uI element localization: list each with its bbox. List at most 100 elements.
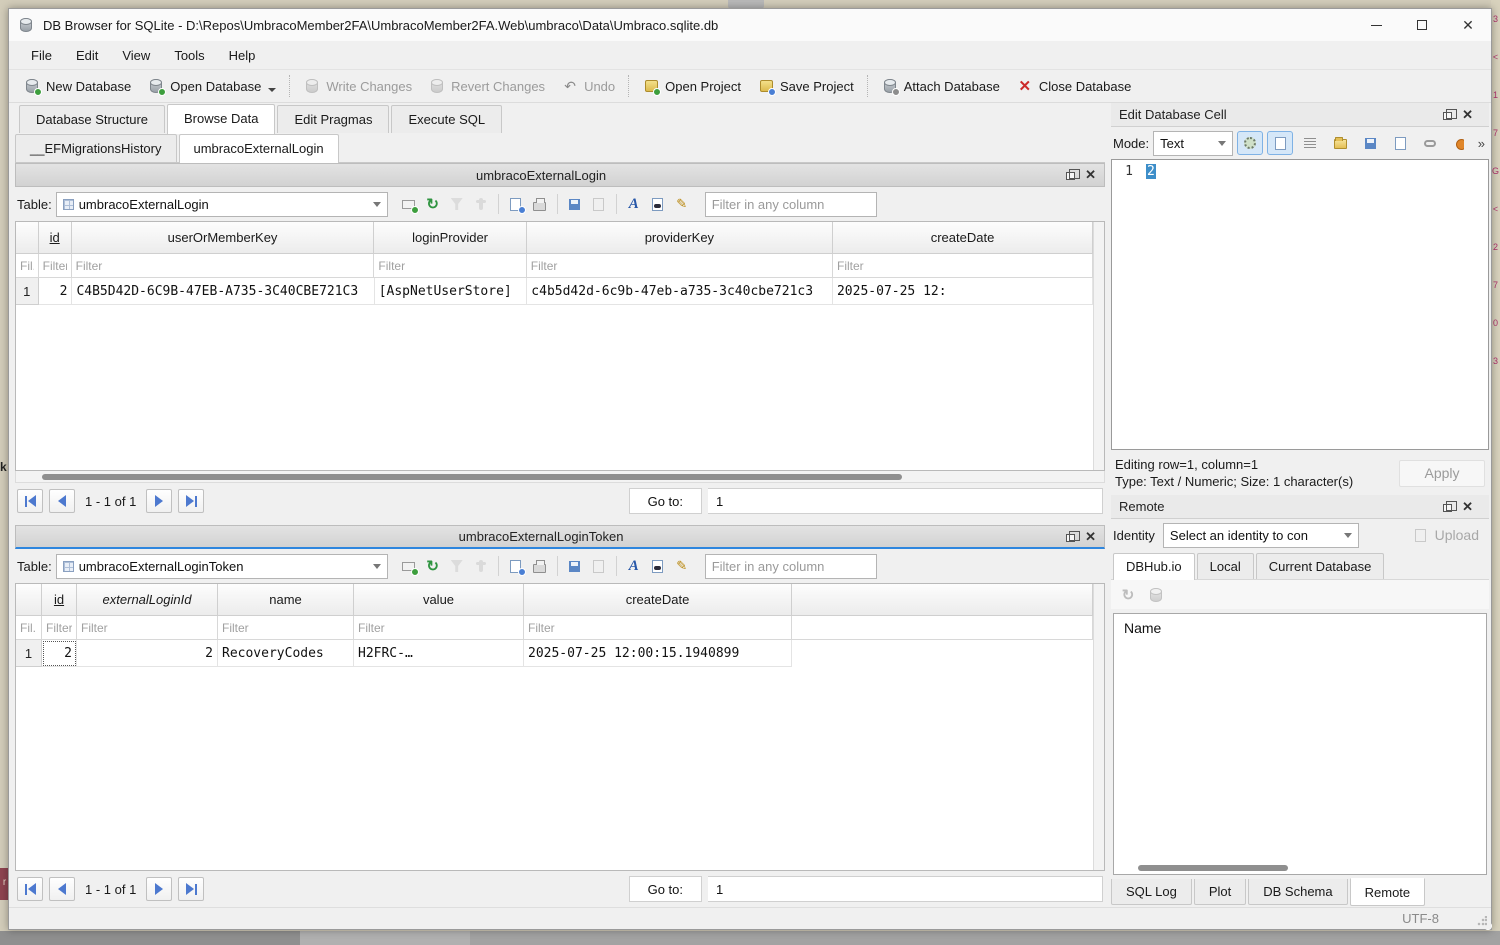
filter-cell[interactable] xyxy=(218,616,353,639)
remote-database-list[interactable]: Name xyxy=(1113,613,1487,875)
new-database-button[interactable]: New Database xyxy=(15,73,139,99)
menu-view[interactable]: View xyxy=(110,44,162,67)
cell-createdate[interactable]: 2025-07-25 12: xyxy=(833,278,1093,305)
refresh-icon[interactable]: ↻ xyxy=(424,195,442,213)
horizontal-scrollbar[interactable] xyxy=(1116,864,1484,872)
remote-title-bar[interactable]: Remote ✕ xyxy=(1111,495,1489,519)
close-panel-icon[interactable]: ✕ xyxy=(1085,529,1096,545)
col-header-createdate[interactable]: createDate xyxy=(524,584,792,616)
filter-cell[interactable] xyxy=(16,254,38,277)
maximize-button[interactable] xyxy=(1399,9,1445,41)
tab-efmigrationshistory[interactable]: __EFMigrationsHistory xyxy=(15,134,177,162)
export-icon[interactable] xyxy=(590,195,608,213)
open-project-button[interactable]: Open Project xyxy=(634,73,749,99)
cell-externalloginid[interactable]: 2 xyxy=(77,640,218,667)
previous-page-button[interactable] xyxy=(49,489,75,513)
copy-link-icon[interactable] xyxy=(1417,131,1443,155)
tab-browse-data[interactable]: Browse Data xyxy=(167,104,275,134)
cell-createdate[interactable]: 2025-07-25 12:00:15.1940899 xyxy=(524,640,792,667)
tab-edit-pragmas[interactable]: Edit Pragmas xyxy=(277,105,389,133)
font-icon[interactable]: A xyxy=(625,195,643,213)
first-page-button[interactable] xyxy=(17,489,43,513)
tab-remote[interactable]: Remote xyxy=(1350,878,1426,906)
col-header-id[interactable]: id xyxy=(39,222,72,254)
filter-options-icon[interactable] xyxy=(472,557,490,575)
identity-select[interactable]: Select an identity to con xyxy=(1163,523,1359,548)
tab-plot[interactable]: Plot xyxy=(1194,879,1246,905)
float-panel-icon[interactable] xyxy=(1066,534,1075,542)
close-panel-icon[interactable]: ✕ xyxy=(1085,167,1096,183)
goto-button[interactable]: Go to: xyxy=(629,876,702,902)
word-wrap-icon[interactable] xyxy=(1297,131,1323,155)
export-data-icon[interactable] xyxy=(1357,131,1383,155)
open-database-button[interactable]: Open Database xyxy=(139,73,284,99)
previous-page-button[interactable] xyxy=(49,877,75,901)
edit-cell-icon[interactable]: ✎ xyxy=(673,195,691,213)
new-record-icon[interactable] xyxy=(400,195,418,213)
menu-tools[interactable]: Tools xyxy=(162,44,216,67)
print-icon[interactable] xyxy=(531,195,549,213)
export-icon[interactable] xyxy=(590,557,608,575)
tab-dbhub[interactable]: DBHub.io xyxy=(1113,553,1195,580)
close-panel-icon[interactable]: ✕ xyxy=(1462,499,1473,515)
apply-button[interactable]: Apply xyxy=(1399,460,1485,487)
import-data-icon[interactable] xyxy=(1327,131,1353,155)
cell-id[interactable]: 2 xyxy=(39,278,73,305)
col-header-externalloginid[interactable]: externalLoginId xyxy=(77,584,218,616)
refresh-remote-icon[interactable]: ↻ xyxy=(1119,586,1137,604)
goto-input[interactable] xyxy=(708,488,1103,514)
cell-value[interactable]: H2FRC-… xyxy=(354,640,524,667)
filter-cell[interactable] xyxy=(527,254,832,277)
col-header-id[interactable]: id xyxy=(42,584,77,616)
float-panel-icon[interactable] xyxy=(1443,504,1452,512)
close-panel-icon[interactable]: ✕ xyxy=(1462,107,1473,123)
open-database-dropdown-icon[interactable] xyxy=(268,88,276,92)
filter-options-icon[interactable] xyxy=(472,195,490,213)
menu-help[interactable]: Help xyxy=(217,44,268,67)
filter-cell[interactable] xyxy=(374,254,525,277)
col-header-createdate[interactable]: createDate xyxy=(833,222,1093,254)
resize-grip-icon[interactable] xyxy=(1477,916,1487,926)
open-in-app-icon[interactable] xyxy=(1387,131,1413,155)
next-page-button[interactable] xyxy=(146,489,172,513)
tab-sql-log[interactable]: SQL Log xyxy=(1111,879,1192,905)
col-header-value[interactable]: value xyxy=(354,584,524,616)
filter-cell[interactable] xyxy=(72,254,374,277)
upload-button[interactable]: Upload xyxy=(1404,523,1487,547)
col-header-loginprovider[interactable]: loginProvider xyxy=(374,222,526,254)
menu-file[interactable]: File xyxy=(19,44,64,67)
col-header-providerkey[interactable]: providerKey xyxy=(527,222,833,254)
float-panel-icon[interactable] xyxy=(1066,172,1075,180)
tab-execute-sql[interactable]: Execute SQL xyxy=(391,105,502,133)
save-project-button[interactable]: Save Project xyxy=(749,73,862,99)
cell-editor[interactable]: 1 2 xyxy=(1111,159,1489,450)
panel2-filter-input[interactable] xyxy=(705,554,877,579)
close-database-button[interactable]: ✕ Close Database xyxy=(1008,73,1140,99)
col-header-name[interactable]: name xyxy=(218,584,354,616)
auto-apply-icon[interactable] xyxy=(1237,131,1263,155)
goto-input[interactable] xyxy=(708,876,1103,902)
tab-database-structure[interactable]: Database Structure xyxy=(19,105,165,133)
cell-id-selected[interactable]: 2 xyxy=(42,640,77,667)
cell-content-selected[interactable]: 2 xyxy=(1146,164,1156,179)
panel1-table-select[interactable]: umbracoExternalLogin xyxy=(56,192,388,217)
undo-button[interactable]: ↶ Undo xyxy=(553,73,623,99)
new-record-icon[interactable] xyxy=(400,557,418,575)
edit-cell-title-bar[interactable]: Edit Database Cell ✕ xyxy=(1111,103,1489,127)
filter-cell[interactable] xyxy=(354,616,523,639)
cell-loginprovider[interactable]: [AspNetUserStore] xyxy=(375,278,528,305)
float-panel-icon[interactable] xyxy=(1443,112,1452,120)
tab-db-schema[interactable]: DB Schema xyxy=(1248,879,1347,905)
find-in-cells-icon[interactable] xyxy=(649,557,667,575)
revert-changes-button[interactable]: Revert Changes xyxy=(420,73,553,99)
save-filter-icon[interactable] xyxy=(507,195,525,213)
close-button[interactable]: ✕ xyxy=(1445,9,1491,41)
import-icon[interactable] xyxy=(566,557,584,575)
partial-icon[interactable] xyxy=(1447,131,1473,155)
clone-database-icon[interactable] xyxy=(1147,586,1165,604)
menu-edit[interactable]: Edit xyxy=(64,44,110,67)
goto-button[interactable]: Go to: xyxy=(629,488,702,514)
edit-cell-icon[interactable]: ✎ xyxy=(673,557,691,575)
import-icon[interactable] xyxy=(566,195,584,213)
list-column-name[interactable]: Name xyxy=(1114,614,1486,642)
